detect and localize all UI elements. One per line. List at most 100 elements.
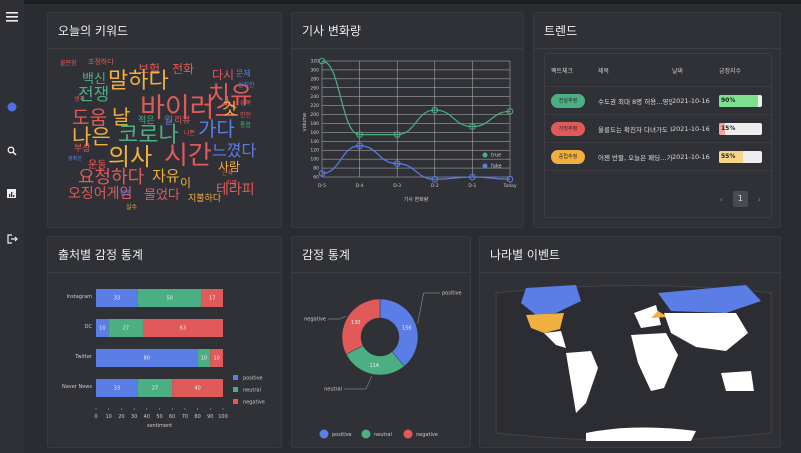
menu-icon[interactable] xyxy=(4,9,20,25)
word-cloud-word: 문제 xyxy=(236,69,251,78)
world-map[interactable] xyxy=(486,273,776,443)
panel-title: 나라별 이벤트 xyxy=(480,237,780,273)
keywords-panel: 오늘의 키워드 불편함 조정하다 보험 전화 다시 문제 백신 말하다 치유 실직한 전쟁 바이러스 생… xyxy=(47,12,282,228)
bar-value-label: 27 xyxy=(152,386,158,392)
next-page-button[interactable]: › xyxy=(758,195,761,204)
word-cloud-word: 부상 xyxy=(74,144,91,154)
panel-title: 감정 통계 xyxy=(292,237,470,273)
y-tick-label: 320 xyxy=(310,59,319,65)
table-row[interactable]: 진실추정 수도권 최대 8명 허용...영업시간 2021-10-16 90% xyxy=(545,87,771,115)
legend-label: positive xyxy=(243,376,263,382)
category-label: Naver News xyxy=(62,384,92,390)
factcheck-badge: 거짓추정 xyxy=(551,121,585,136)
y-tick-label: 180 xyxy=(310,121,319,127)
x-tick-label: 30 xyxy=(131,414,137,420)
factcheck-badge: 진실추정 xyxy=(551,93,585,108)
word-cloud-word: 전화 xyxy=(172,62,195,76)
bar-value-label: 33 xyxy=(114,296,120,302)
prev-page-button[interactable]: ‹ xyxy=(720,195,723,204)
legend-label: positive xyxy=(332,432,352,438)
line-chart: 60 80 100 120 140 160 180 200 220 240 260 280 300 320… xyxy=(302,57,517,203)
bar-value-label: 80 xyxy=(144,356,150,362)
legend-marker xyxy=(482,163,488,169)
slice-category-label: positive xyxy=(442,291,462,297)
y-tick-label: 80 xyxy=(313,166,319,172)
bar-value-label: 50 xyxy=(166,296,172,302)
article-date: 2021-10-16 xyxy=(672,152,710,161)
word-cloud-word: 조정하다 xyxy=(88,58,114,66)
table-row[interactable]: 중립추정 어젠 반팔, 오늘은 패딩…가을! 2021-10-16 55% xyxy=(545,143,771,171)
donut-slice-negative xyxy=(341,298,381,355)
panel-title: 출처별 감정 통계 xyxy=(48,237,281,273)
x-tick-label: Today xyxy=(502,183,516,189)
legend-marker xyxy=(403,429,413,439)
legend-marker xyxy=(319,429,329,439)
stacked-bar-chart: Instagram 33 50 17 DC 10 27 63 Twitter 80 10 10 Nave… xyxy=(62,289,265,429)
y-tick-label: 260 xyxy=(310,85,319,91)
bar-value-label: 27 xyxy=(123,326,129,332)
word-cloud-word: 물었다 xyxy=(144,188,180,203)
article-title[interactable]: 어젠 반팔, 오늘은 패딩…가을! xyxy=(593,152,672,162)
slice-category-label: neutral xyxy=(324,387,342,393)
word-cloud-word: 실수 xyxy=(126,204,138,211)
score-label: 15% xyxy=(721,124,736,132)
score-label: 90% xyxy=(721,96,736,104)
word-cloud-word: 이 xyxy=(180,176,192,190)
word-cloud-word: 불편함 xyxy=(60,60,77,67)
y-tick-label: 100 xyxy=(310,157,319,163)
logout-icon[interactable] xyxy=(4,231,20,247)
legend-label: negative xyxy=(243,400,265,406)
x-tick-label: 100 xyxy=(218,414,228,420)
slice-category-label: negative xyxy=(304,317,326,323)
word-cloud-word: 안전 xyxy=(240,112,252,119)
x-tick-label: 60 xyxy=(169,414,175,420)
word-cloud-word: 통합 xyxy=(240,122,252,129)
word-cloud-word: 요청하다 xyxy=(78,167,145,188)
legend-label: neutral xyxy=(374,432,392,438)
legend-marker xyxy=(233,399,238,404)
word-cloud-word: 근육 xyxy=(222,170,234,177)
table-row[interactable]: 거짓추정 울릉도는 확진자 다녀가도 확진 2021-10-16 15% xyxy=(545,115,771,143)
y-tick-label: 200 xyxy=(310,112,319,118)
top-bar xyxy=(0,0,801,4)
x-tick-label: 10 xyxy=(106,414,112,420)
bar-value-label: 10 xyxy=(99,326,105,332)
y-tick-label: 240 xyxy=(310,94,319,100)
col-factcheck: 팩트체크 xyxy=(551,67,574,75)
word-cloud-word: 생각 xyxy=(74,96,86,103)
col-date: 날짜 xyxy=(672,67,684,75)
word-cloud-word: 의사 xyxy=(108,143,153,171)
chart-icon[interactable] xyxy=(4,186,20,202)
australia xyxy=(721,371,754,391)
x-axis-label: sentiment xyxy=(147,423,172,429)
legend-marker xyxy=(233,387,238,392)
col-title: 제목 xyxy=(598,67,610,75)
y-tick-label: 220 xyxy=(310,103,319,109)
y-tick-label: 140 xyxy=(310,139,319,145)
panel-title: 트렌드 xyxy=(534,13,780,49)
x-tick-label: D-3 xyxy=(393,183,401,189)
y-tick-label: 120 xyxy=(310,148,319,154)
sentiment-panel: 감정 통계 156 positive 114 neutral 130 negative po… xyxy=(291,236,471,448)
y-tick-label: 160 xyxy=(310,130,319,136)
legend-label: neutral xyxy=(243,388,261,394)
x-tick-label: 40 xyxy=(144,414,150,420)
x-tick-label: 80 xyxy=(194,414,200,420)
article-title[interactable]: 울릉도는 확진자 다녀가도 확진 xyxy=(593,124,672,134)
legend-label: fake xyxy=(491,164,502,170)
article-title[interactable]: 수도권 최대 8명 허용...영업시간 xyxy=(593,96,672,106)
word-cloud-word: 말하다 xyxy=(108,69,169,94)
page-button[interactable]: 1 xyxy=(732,191,748,207)
table-header: 팩트체크 제목 날짜 긍정지수 xyxy=(545,54,771,87)
slice-value-label: 130 xyxy=(351,320,361,326)
dashboard-icon[interactable] xyxy=(4,99,20,115)
search-icon[interactable] xyxy=(4,143,20,159)
trend-table: 팩트체크 제목 날짜 긍정지수 진실추정 수도권 최대 8명 허용...영업시간… xyxy=(544,53,772,218)
word-cloud-word: 다시 xyxy=(212,68,235,82)
score-bar: 15% xyxy=(719,122,762,135)
word-cloud-word: 왼쪽 xyxy=(240,100,252,107)
article-date: 2021-10-16 xyxy=(672,124,710,133)
x-axis-label: 기사 변화량 xyxy=(404,196,429,203)
leader-line xyxy=(344,376,373,390)
word-cloud-word: 정확한 xyxy=(68,156,82,162)
